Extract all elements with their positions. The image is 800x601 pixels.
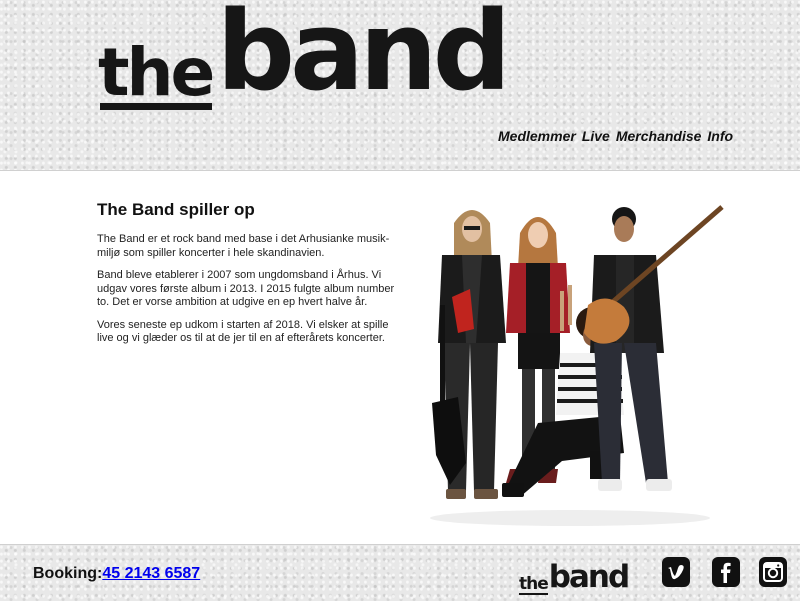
intro-paragraph: The Band er et rock band med base i det … xyxy=(97,233,390,259)
facebook-link[interactable] xyxy=(712,557,740,587)
nav-item-merchandise[interactable]: Merchandise xyxy=(616,128,702,146)
footer-logo-band: band xyxy=(548,559,630,595)
footer-logo[interactable]: the band xyxy=(519,553,641,595)
nav-item-medlemmer[interactable]: Medlemmer xyxy=(498,128,576,146)
booking-info: Booking:45 2143 6587 xyxy=(33,565,200,583)
main-content: The Band spiller op The Band er et rock … xyxy=(0,171,800,543)
instagram-icon xyxy=(763,562,783,582)
logo-band: band xyxy=(216,0,511,115)
band-member-bassist-right xyxy=(584,205,724,491)
site-footer: Booking:45 2143 6587 the band xyxy=(0,544,800,601)
main-nav: Medlemmer Live Merchandise Info xyxy=(498,128,733,146)
booking-label: Booking: xyxy=(33,565,103,582)
vimeo-link[interactable] xyxy=(662,557,690,587)
footer-logo-the: the xyxy=(519,574,549,595)
facebook-icon xyxy=(721,562,731,583)
band-member-guitarist-left xyxy=(432,210,506,499)
nav-item-info[interactable]: Info xyxy=(707,128,733,146)
band-photo xyxy=(410,193,730,533)
intro-text: The Band er et rock band med base i det … xyxy=(97,233,405,355)
logo-the: the xyxy=(98,34,215,111)
site-logo[interactable]: the band xyxy=(98,0,511,111)
vimeo-icon xyxy=(668,565,684,580)
page-title: The Band spiller op xyxy=(97,200,255,219)
intro-paragraph: Band bleve etablerer i 2007 som ungdomsb… xyxy=(97,269,395,309)
instagram-link[interactable] xyxy=(759,557,787,587)
site-header: the band Medlemmer Live Merchandise Info xyxy=(0,0,800,171)
intro-paragraph: Vores seneste ep udkom i starten af 2018… xyxy=(97,318,389,345)
nav-item-live[interactable]: Live xyxy=(582,128,610,146)
booking-phone-link[interactable]: 45 2143 6587 xyxy=(102,565,200,582)
